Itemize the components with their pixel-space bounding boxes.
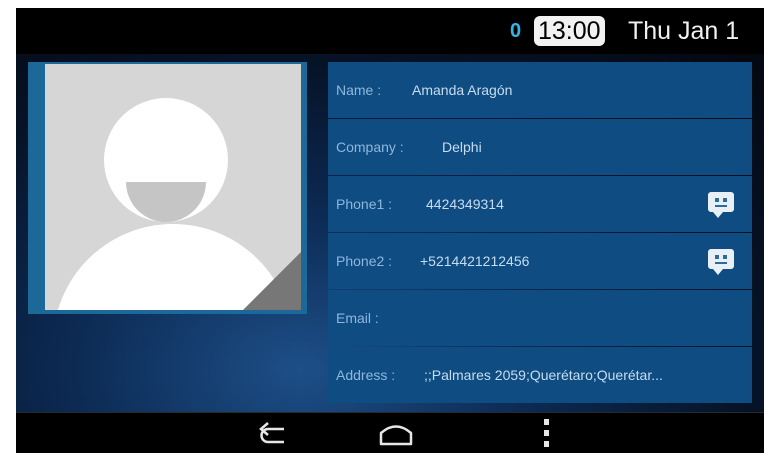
avatar-mouth-shape (126, 182, 206, 222)
status-bar: 0 13:00 Thu Jan 1 (16, 8, 764, 54)
address-label: Address : (336, 367, 396, 383)
contact-details-list: Name : Amanda Aragón Company : Delphi Ph… (328, 62, 752, 403)
name-value: Amanda Aragón (412, 82, 513, 98)
address-row[interactable]: Address : ;;Palmares 2059;Querétaro;Quer… (328, 347, 752, 403)
phone2-value: +5214421212456 (420, 253, 530, 269)
default-avatar-icon (45, 64, 301, 310)
message-icon-eye-left (715, 255, 719, 259)
company-value: Delphi (442, 139, 482, 155)
phone1-label: Phone1 : (336, 196, 393, 212)
phone1-value: 4424349314 (426, 196, 504, 212)
name-label: Name : (336, 82, 382, 98)
address-value: ;;Palmares 2059;Querétaro;Querétar... (424, 367, 663, 383)
email-label: Email : (336, 310, 379, 326)
message-icon-mouth (715, 262, 727, 264)
message-icon-eye-right (723, 198, 727, 202)
content-area: Name : Amanda Aragón Company : Delphi Ph… (16, 54, 764, 412)
message-icon[interactable] (708, 249, 734, 275)
back-icon (259, 422, 284, 444)
clock-date: Thu Jan 1 (628, 17, 740, 45)
name-row[interactable]: Name : Amanda Aragón (328, 62, 752, 118)
back-button[interactable] (242, 413, 306, 453)
contact-photo[interactable] (28, 62, 307, 314)
notification-count: 0 (510, 20, 522, 42)
message-icon-eye-left (715, 198, 719, 202)
message-icon[interactable] (708, 192, 734, 218)
home-button[interactable] (364, 413, 428, 453)
phone2-label: Phone2 : (336, 253, 393, 269)
contact-details-screen: 0 13:00 Thu Jan 1 Name : Amanda Aragón C… (16, 8, 764, 453)
navigation-bar (16, 412, 764, 453)
phone2-row[interactable]: Phone2 : +5214421212456 (328, 233, 752, 289)
message-icon-mouth (715, 205, 727, 207)
message-icon-eye-right (723, 255, 727, 259)
clock-time: 13:00 (534, 16, 605, 46)
menu-icon (544, 419, 549, 447)
photo-corner-indicator (243, 252, 301, 310)
menu-button[interactable] (514, 413, 578, 453)
home-icon (379, 425, 413, 446)
company-label: Company : (336, 139, 404, 155)
company-row[interactable]: Company : Delphi (328, 119, 752, 175)
email-row[interactable]: Email : (328, 290, 752, 346)
phone1-row[interactable]: Phone1 : 4424349314 (328, 176, 752, 232)
